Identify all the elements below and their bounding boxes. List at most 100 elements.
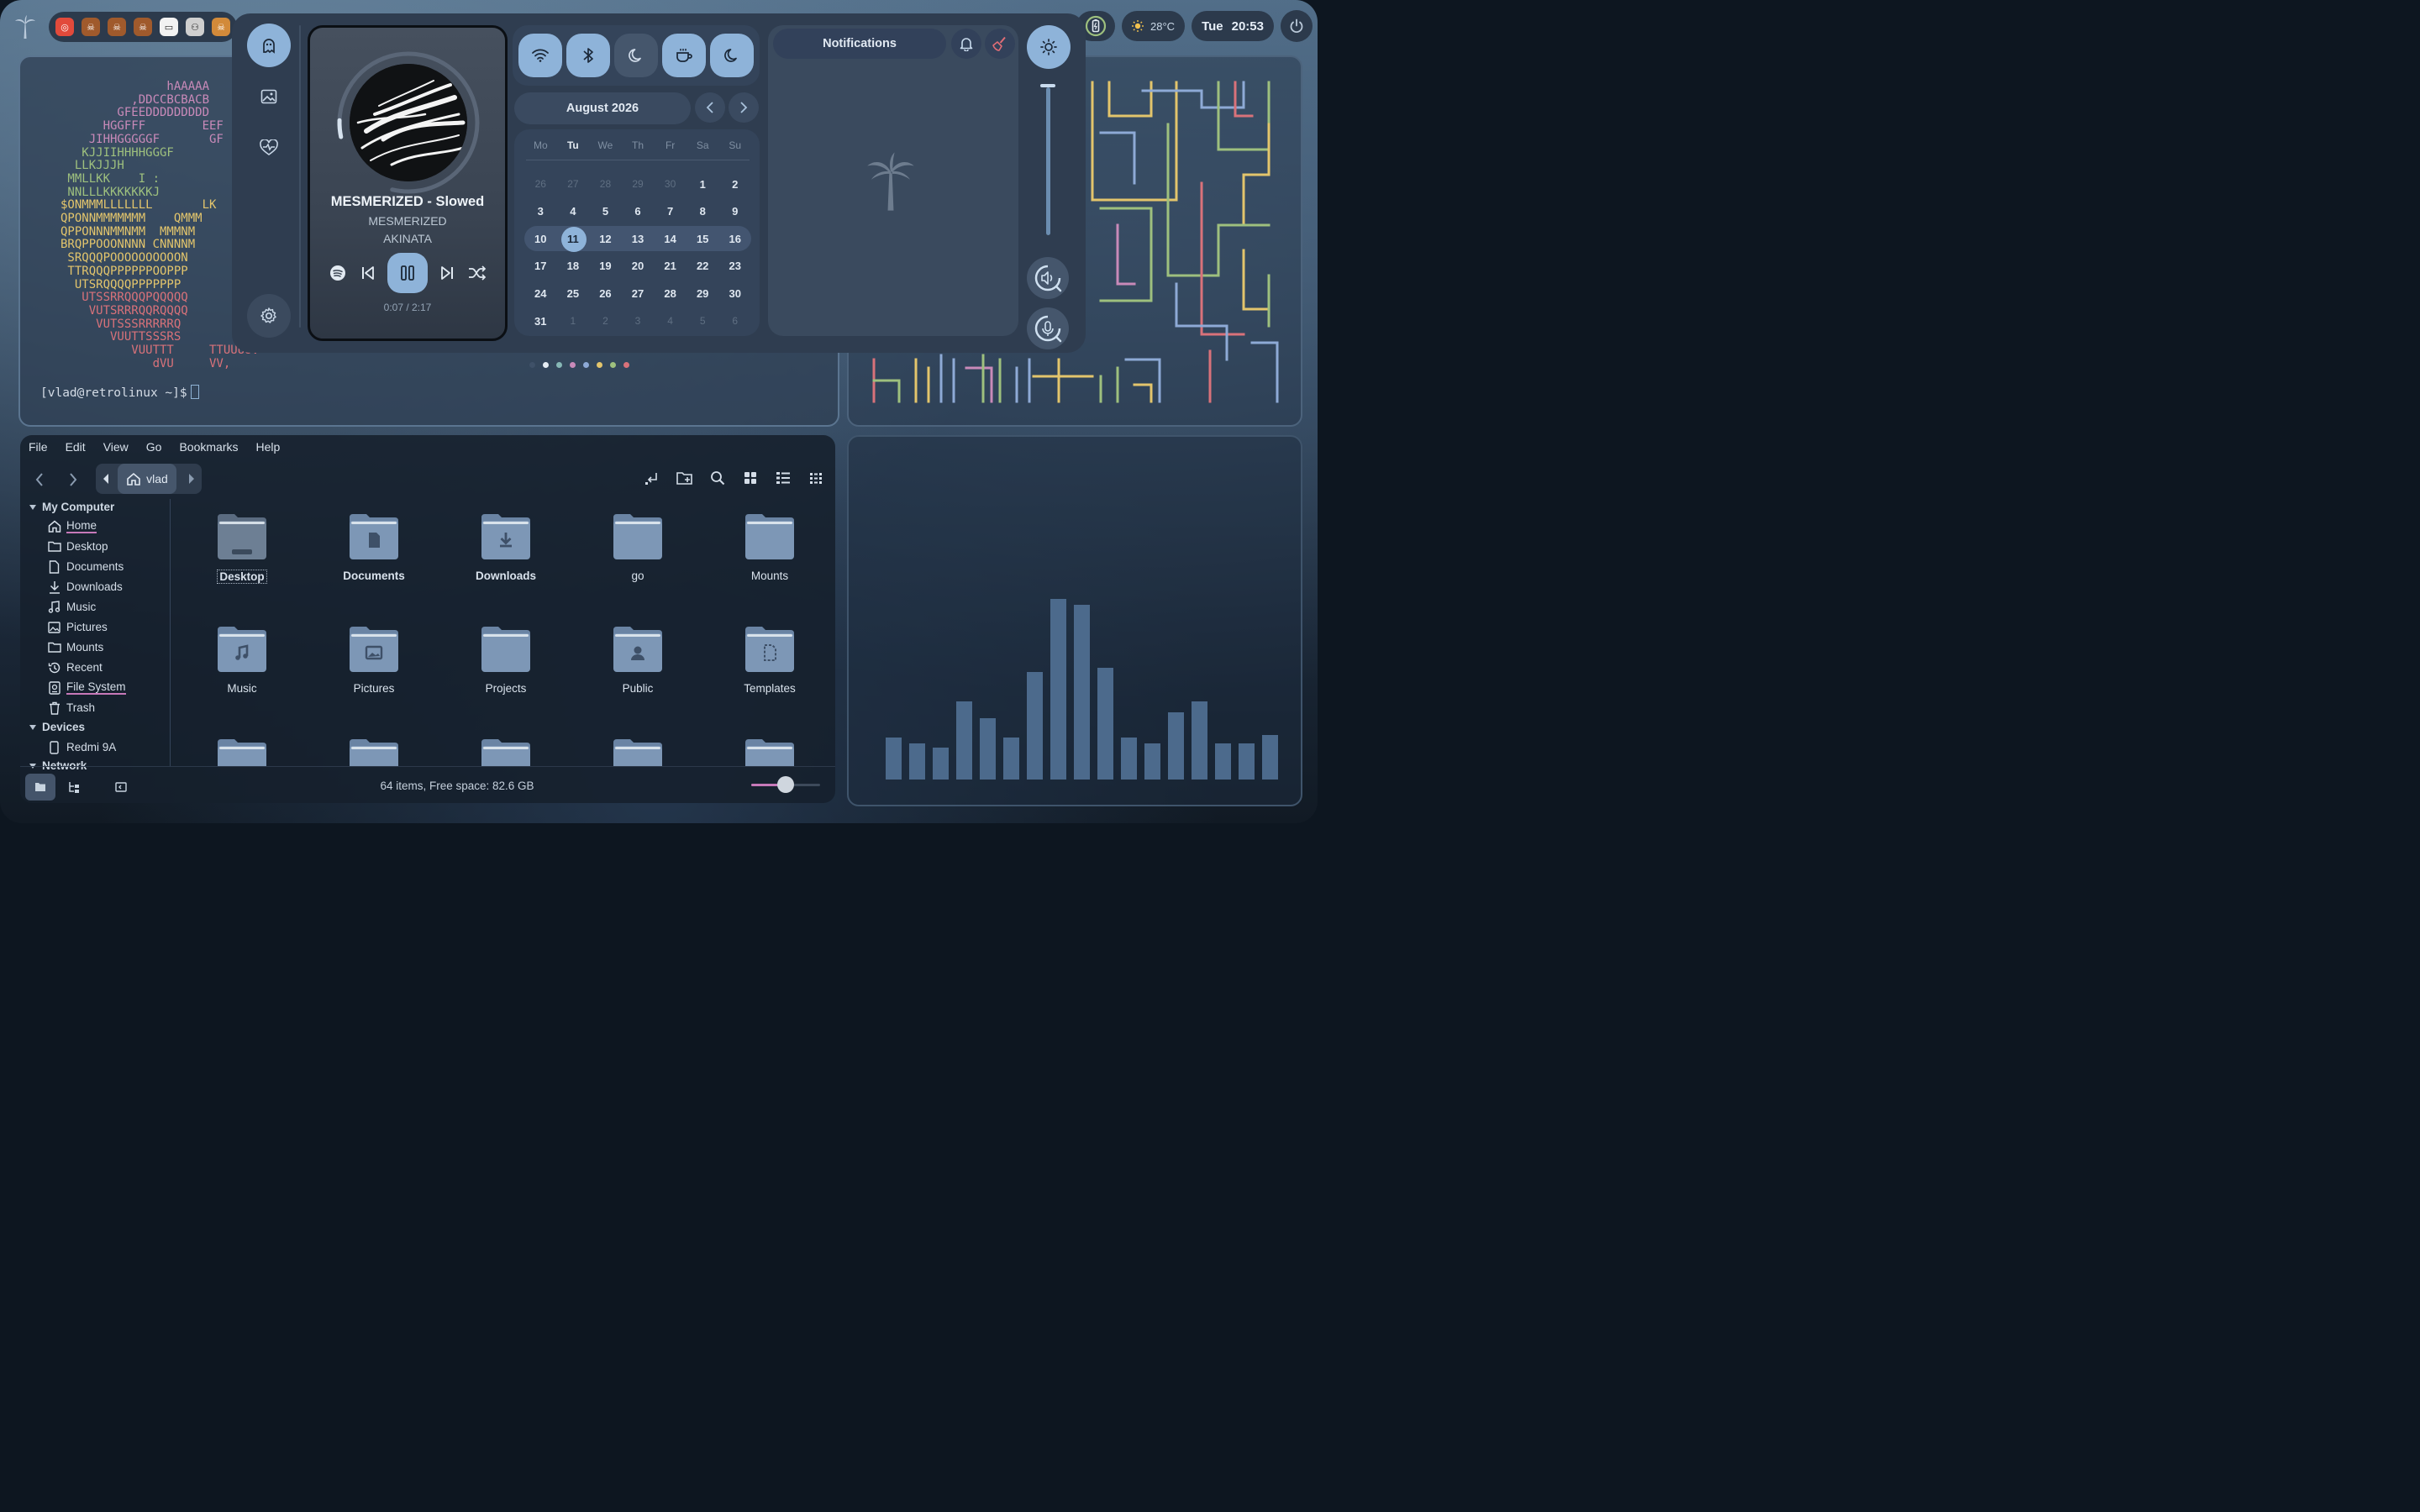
- brightness-slider[interactable]: [1046, 87, 1050, 235]
- folder-item[interactable]: [587, 738, 688, 766]
- workspace-dot-3[interactable]: [556, 362, 562, 368]
- calendar-day[interactable]: 19: [589, 260, 622, 272]
- menu-edit[interactable]: Edit: [66, 440, 86, 454]
- brightness-button[interactable]: [1027, 25, 1071, 69]
- calendar-day[interactable]: 22: [687, 260, 719, 272]
- toggle-night-light[interactable]: [614, 34, 658, 77]
- folder-item[interactable]: Mounts: [719, 512, 820, 582]
- calendar-day[interactable]: 29: [622, 178, 655, 190]
- calendar-day[interactable]: 24: [524, 287, 557, 300]
- nav-dashboard-button[interactable]: [247, 24, 291, 67]
- calendar-day[interactable]: 7: [654, 205, 687, 218]
- folder-item[interactable]: [324, 738, 424, 766]
- calendar-day[interactable]: 10: [524, 233, 557, 245]
- menu-view[interactable]: View: [103, 440, 129, 454]
- zoom-slider[interactable]: [751, 776, 820, 793]
- shuffle-icon[interactable]: [466, 262, 488, 284]
- section-devices[interactable]: Devices: [29, 721, 85, 733]
- calendar-day[interactable]: 26: [589, 287, 622, 300]
- folder-item[interactable]: Downloads: [455, 512, 556, 582]
- calendar-day[interactable]: 21: [654, 260, 687, 272]
- calendar-prev-button[interactable]: [695, 92, 725, 123]
- compact-view-icon[interactable]: [807, 469, 825, 487]
- previous-track-icon[interactable]: [357, 262, 379, 284]
- calendar-day[interactable]: 25: [557, 287, 590, 300]
- power-button[interactable]: [1281, 10, 1313, 42]
- file-manager-window[interactable]: File Edit View Go Bookmarks Help vlad My…: [20, 435, 835, 803]
- calendar-day[interactable]: 9: [718, 205, 751, 218]
- workspace-dot-5[interactable]: [583, 362, 589, 368]
- calendar-day[interactable]: 8: [687, 205, 719, 218]
- folder-item[interactable]: [719, 738, 820, 766]
- volume-button[interactable]: [1027, 257, 1069, 299]
- sidebar-item-recent[interactable]: Recent: [47, 660, 103, 675]
- breadcrumb-home[interactable]: vlad: [118, 464, 176, 494]
- menu-bookmarks[interactable]: Bookmarks: [179, 440, 238, 454]
- tray-app-3[interactable]: ☠: [108, 18, 126, 36]
- folder-item[interactable]: go: [587, 512, 688, 582]
- folder-item[interactable]: Documents: [324, 512, 424, 582]
- calendar-day[interactable]: 3: [524, 205, 557, 218]
- sidebar-item-documents[interactable]: Documents: [47, 559, 124, 574]
- calendar-day[interactable]: 27: [622, 287, 655, 300]
- calendar-day[interactable]: 20: [622, 260, 655, 272]
- clear-notifications-button[interactable]: [985, 29, 1015, 59]
- calendar-day[interactable]: 16: [718, 233, 751, 245]
- forward-button[interactable]: [64, 470, 82, 489]
- sidebar-item-file-system[interactable]: File System: [47, 680, 126, 695]
- calendar-day[interactable]: 18: [557, 260, 590, 272]
- sidebar-item-downloads[interactable]: Downloads: [47, 580, 123, 594]
- spotify-icon[interactable]: [327, 262, 349, 284]
- tray-app-6[interactable]: ⚇: [186, 18, 204, 36]
- calendar-day[interactable]: 2: [589, 315, 622, 327]
- calendar-day[interactable]: 27: [557, 178, 590, 190]
- calendar-day-today[interactable]: 11: [557, 226, 590, 252]
- next-track-icon[interactable]: [436, 262, 458, 284]
- workspace-dot-7[interactable]: [610, 362, 616, 368]
- search-icon[interactable]: [708, 469, 727, 487]
- terminal-prompt[interactable]: [vlad@retrolinux ~]$: [40, 385, 199, 400]
- calendar-day[interactable]: 1: [687, 178, 719, 191]
- open-terminal-icon[interactable]: [643, 469, 661, 487]
- tray-app-4[interactable]: ☠: [134, 18, 152, 36]
- calendar-day[interactable]: 3: [622, 315, 655, 327]
- folder-item[interactable]: Public: [587, 625, 688, 695]
- calendar-day[interactable]: 31: [524, 315, 557, 328]
- calendar-day[interactable]: 23: [718, 260, 751, 272]
- pause-button[interactable]: [387, 253, 428, 293]
- section-my-computer[interactable]: My Computer: [29, 501, 114, 513]
- tray-app-2[interactable]: ☠: [82, 18, 100, 36]
- calendar-day[interactable]: 2: [718, 178, 751, 191]
- brightness-handle[interactable]: [1040, 84, 1055, 88]
- calendar-day[interactable]: 6: [622, 205, 655, 218]
- nav-health-button[interactable]: [247, 126, 291, 170]
- folder-item[interactable]: Templates: [719, 625, 820, 695]
- tray-app-1[interactable]: ◎: [55, 18, 74, 36]
- folder-item[interactable]: [192, 738, 292, 766]
- calendar-day[interactable]: 30: [718, 287, 751, 300]
- launcher-button[interactable]: [8, 10, 42, 44]
- calendar-day[interactable]: 30: [654, 178, 687, 190]
- toggle-bluetooth[interactable]: [566, 34, 610, 77]
- breadcrumb-right-arrow-icon[interactable]: [188, 473, 195, 485]
- calendar-day[interactable]: 5: [589, 205, 622, 218]
- breadcrumb-left-arrow-icon[interactable]: [103, 473, 109, 485]
- tray-app-5[interactable]: ▭: [160, 18, 178, 36]
- back-button[interactable]: [30, 470, 49, 489]
- sidebar-item-desktop[interactable]: Desktop: [47, 539, 108, 554]
- folder-item[interactable]: Projects: [455, 625, 556, 695]
- microphone-button[interactable]: [1027, 307, 1069, 349]
- calendar-day[interactable]: 29: [687, 287, 719, 300]
- sidebar-item-device[interactable]: Redmi 9A: [47, 740, 116, 754]
- list-view-icon[interactable]: [774, 469, 792, 487]
- calendar-day[interactable]: 4: [557, 205, 590, 218]
- tray-app-7[interactable]: ☠: [212, 18, 230, 36]
- grid-view-icon[interactable]: [741, 469, 760, 487]
- folder-item[interactable]: Pictures: [324, 625, 424, 695]
- calendar-day[interactable]: 28: [589, 178, 622, 190]
- calendar-day[interactable]: 4: [654, 315, 687, 327]
- calendar-day[interactable]: 1: [557, 315, 590, 327]
- menu-help[interactable]: Help: [256, 440, 281, 454]
- calendar-day[interactable]: 12: [589, 233, 622, 245]
- folder-item[interactable]: Music: [192, 625, 292, 695]
